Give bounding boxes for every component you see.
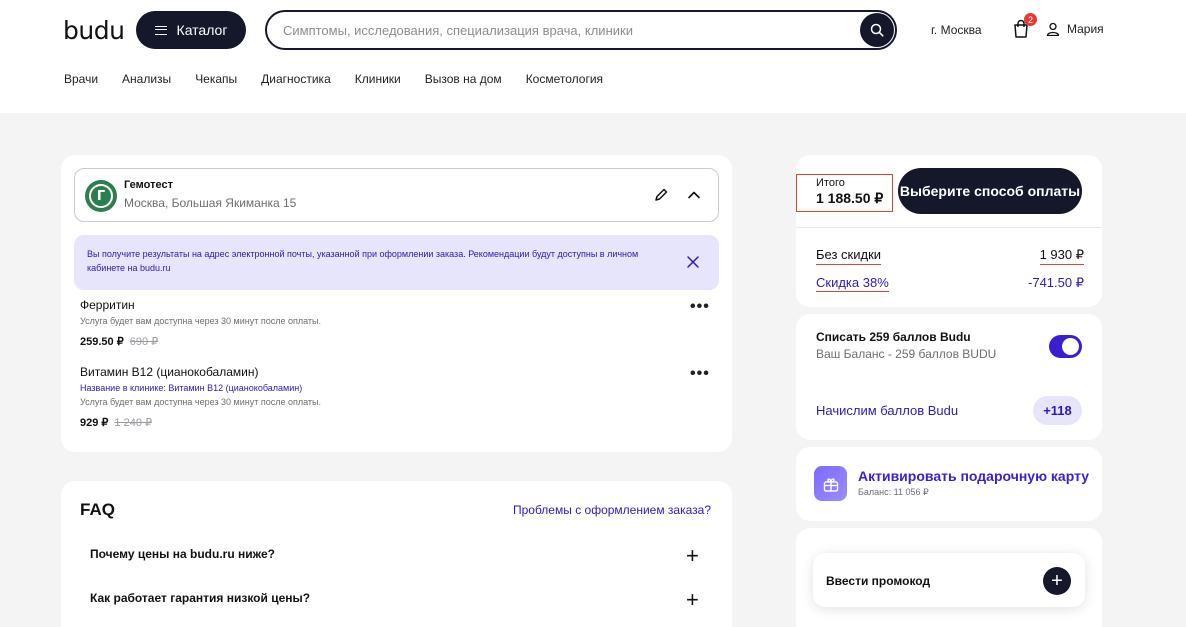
no-discount-row: Без скидки 1 930 ₽ bbox=[816, 247, 1084, 265]
search-bar bbox=[265, 10, 897, 50]
plus-icon: + bbox=[686, 587, 699, 612]
accrue-label: Начислим баллов Budu bbox=[816, 403, 959, 418]
clinic-logo: Г bbox=[85, 180, 117, 212]
promo-label: Ввести промокод bbox=[826, 574, 931, 588]
catalog-button-label: Каталог bbox=[176, 22, 228, 38]
nav-item-cosmetology[interactable]: Косметология bbox=[526, 72, 603, 86]
promo-card: Ввести промокод + bbox=[796, 528, 1102, 627]
notice-text: Вы получите результаты на адрес электрон… bbox=[87, 249, 639, 273]
cart-button[interactable]: 2 bbox=[1012, 13, 1037, 41]
service-price-row: 259.50 ₽ 690 ₽ bbox=[80, 335, 720, 348]
catalog-button[interactable]: Каталог bbox=[136, 11, 246, 49]
gift-box-icon bbox=[823, 477, 838, 492]
more-options-icon[interactable]: ••• bbox=[690, 298, 710, 316]
bonus-card: Списать 259 баллов Budu Ваш Баланс - 259… bbox=[796, 314, 1102, 440]
info-notice: Вы получите результаты на адрес электрон… bbox=[74, 235, 719, 290]
service-availability: Услуга будет вам доступна через 30 минут… bbox=[80, 397, 322, 407]
plus-icon: + bbox=[686, 543, 699, 568]
choose-payment-button[interactable]: Выберите способ оплаты bbox=[898, 168, 1082, 214]
user-icon bbox=[1046, 22, 1060, 36]
service-price: 929 ₽ bbox=[80, 417, 109, 429]
main-nav: Врачи Анализы Чекапы Диагностика Клиники… bbox=[64, 72, 603, 86]
service-old-price: 690 ₽ bbox=[129, 336, 159, 348]
search-input[interactable] bbox=[283, 12, 853, 48]
discount-label: Скидка 38% bbox=[816, 275, 889, 292]
service-price: 259.50 ₽ bbox=[80, 336, 124, 348]
more-options-icon[interactable]: ••• bbox=[690, 365, 710, 383]
search-icon bbox=[870, 23, 884, 37]
accrue-badge: +118 bbox=[1033, 396, 1082, 425]
order-problems-link[interactable]: Проблемы с оформлением заказа? bbox=[513, 503, 711, 517]
faq-item[interactable]: Как работает гарантия низкой цены? + bbox=[90, 587, 700, 612]
city-selector[interactable]: г. Москва bbox=[931, 23, 982, 37]
total-value: 1 188.50 ₽ bbox=[816, 190, 884, 206]
service-item: Ферритин Услуга будет вам доступна через… bbox=[80, 298, 720, 348]
use-bonus-toggle[interactable] bbox=[1049, 335, 1082, 358]
service-item: Витамин B12 (цианокобаламин) Название в … bbox=[80, 365, 720, 429]
total-label: Итого bbox=[816, 177, 845, 189]
service-title: Ферритин bbox=[80, 298, 135, 312]
total-block: Итого 1 188.50 ₽ bbox=[796, 174, 893, 212]
bonus-title: Списать 259 баллов Budu bbox=[816, 330, 971, 344]
no-discount-value: 1 930 ₽ bbox=[1039, 247, 1084, 265]
faq-card: FAQ Проблемы с оформлением заказа? Почем… bbox=[61, 481, 732, 627]
order-summary-card: Итого 1 188.50 ₽ Выберите способ оплаты … bbox=[796, 155, 1102, 307]
order-card: Г Гемотест Москва, Большая Якиманка 15 В… bbox=[61, 155, 732, 452]
cart-count-badge: 2 bbox=[1024, 13, 1037, 26]
nav-item-doctors[interactable]: Врачи bbox=[64, 72, 98, 86]
faq-item[interactable]: Почему цены на budu.ru ниже? + bbox=[90, 543, 700, 568]
service-availability: Услуга будет вам доступна через 30 минут… bbox=[80, 316, 322, 326]
nav-item-checkups[interactable]: Чекапы bbox=[195, 72, 237, 86]
clinic-logo-mark: Г bbox=[89, 184, 113, 208]
no-discount-label: Без скидки bbox=[816, 247, 882, 265]
search-button[interactable] bbox=[860, 13, 894, 47]
edit-icon[interactable] bbox=[652, 186, 670, 204]
user-menu[interactable]: Мария bbox=[1046, 22, 1104, 36]
gift-card-balance: Баланс: 11 056 ₽ bbox=[858, 487, 929, 497]
service-title: Витамин B12 (цианокобаламин) bbox=[80, 365, 259, 379]
faq-question: Как работает гарантия низкой цены? bbox=[90, 591, 311, 605]
user-name: Мария bbox=[1067, 22, 1104, 36]
service-price-row: 929 ₽ 1 240 ₽ bbox=[80, 416, 720, 429]
service-clinic-name: Название в клинике: Витамин B12 (цианоко… bbox=[80, 383, 303, 393]
plus-icon: + bbox=[1043, 567, 1071, 595]
close-icon[interactable] bbox=[686, 255, 700, 269]
gift-icon bbox=[814, 466, 847, 501]
service-old-price: 1 240 ₽ bbox=[114, 417, 153, 429]
nav-item-tests[interactable]: Анализы bbox=[122, 72, 171, 86]
bonus-balance: Ваш Баланс - 259 баллов BUDU bbox=[816, 347, 997, 361]
activate-gift-card-link[interactable]: Активировать подарочную карту bbox=[858, 468, 1089, 484]
site-header: budu Каталог г. Москва 2 Мария Врачи Ана… bbox=[0, 0, 1186, 113]
nav-item-home-visit[interactable]: Вызов на дом bbox=[425, 72, 502, 86]
nav-item-clinics[interactable]: Клиники bbox=[355, 72, 401, 86]
menu-icon bbox=[154, 25, 167, 35]
divider bbox=[796, 227, 1102, 228]
clinic-name: Гемотест bbox=[124, 179, 173, 191]
promo-code-button[interactable]: Ввести промокод + bbox=[813, 553, 1085, 607]
clinic-address: Москва, Большая Якиманка 15 bbox=[124, 196, 297, 210]
chevron-up-icon[interactable] bbox=[685, 186, 703, 204]
logo[interactable]: budu bbox=[63, 16, 125, 45]
faq-title: FAQ bbox=[80, 500, 115, 519]
gift-card-block[interactable]: Активировать подарочную карту Баланс: 11… bbox=[796, 447, 1102, 521]
clinic-header: Г Гемотест Москва, Большая Якиманка 15 bbox=[74, 168, 719, 222]
discount-row: Скидка 38% -741.50 ₽ bbox=[816, 275, 1084, 292]
faq-question: Почему цены на budu.ru ниже? bbox=[90, 547, 275, 561]
discount-value: -741.50 ₽ bbox=[1028, 275, 1084, 290]
nav-item-diagnostics[interactable]: Диагностика bbox=[261, 72, 331, 86]
